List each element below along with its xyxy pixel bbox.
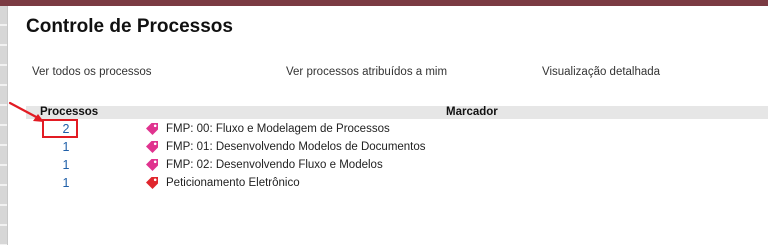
process-count-link[interactable]: 1 — [26, 158, 106, 172]
detailed-view-link[interactable]: Visualização detalhada — [542, 66, 660, 78]
view-all-processes-link[interactable]: Ver todos os processos — [32, 66, 152, 78]
process-count-link[interactable]: 1 — [26, 176, 106, 190]
tag-icon — [146, 159, 158, 171]
tag-icon — [146, 141, 158, 153]
marker-label: Peticionamento Eletrônico — [166, 177, 300, 189]
marker-label: FMP: 01: Desenvolvendo Modelos de Docume… — [166, 141, 426, 153]
table-row: 2 FMP: 00: Fluxo e Modelagem de Processo… — [26, 120, 768, 138]
tag-icon — [146, 123, 158, 135]
table-header: Processos Marcador — [26, 106, 768, 119]
marker-label: FMP: 02: Desenvolvendo Fluxo e Modelos — [166, 159, 383, 171]
table-row: 1 FMP: 02: Desenvolvendo Fluxo e Modelos — [26, 156, 768, 174]
process-count-link[interactable]: 1 — [26, 140, 106, 154]
tag-icon — [146, 177, 158, 189]
left-side-rail — [0, 6, 8, 245]
table-row: 1 Peticionamento Eletrônico — [26, 174, 768, 192]
annotation-arrow-icon — [8, 101, 44, 122]
table-row: 1 FMP: 01: Desenvolvendo Modelos de Docu… — [26, 138, 768, 156]
page-title: Controle de Processos — [26, 16, 233, 37]
view-assigned-processes-link[interactable]: Ver processos atribuídos a mim — [286, 66, 447, 78]
top-bar — [0, 0, 768, 6]
marker-label: FMP: 00: Fluxo e Modelagem de Processos — [166, 123, 390, 135]
header-marcador: Marcador — [446, 106, 498, 118]
